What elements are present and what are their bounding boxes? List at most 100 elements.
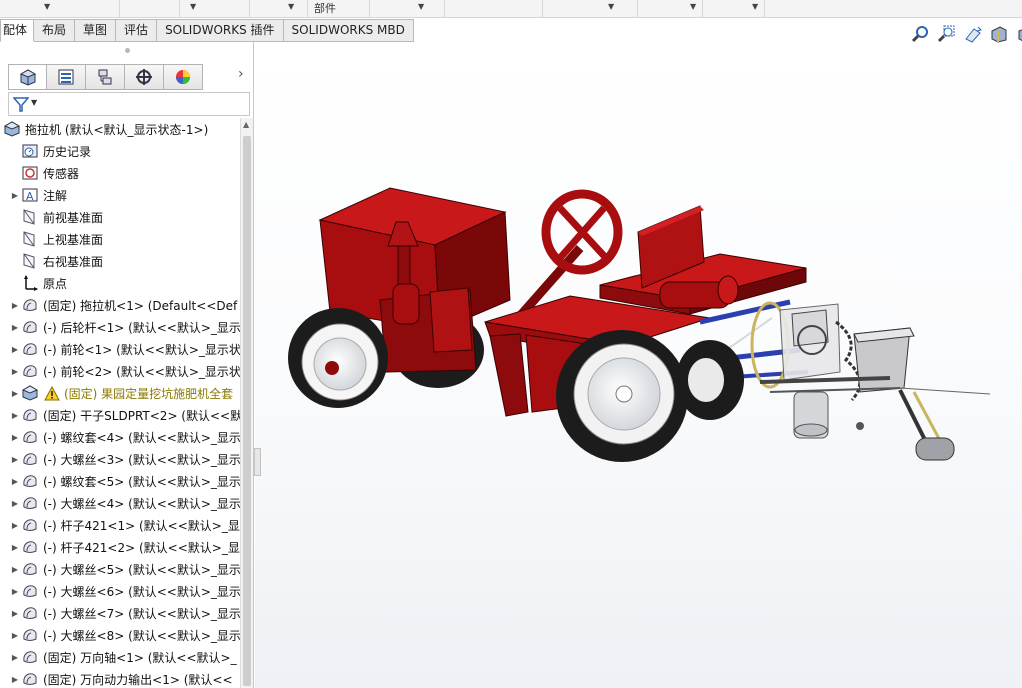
tree-item[interactable]: ▶ (-) 前轮<1> (默认<<默认>_显示状	[10, 338, 240, 360]
part-icon	[20, 362, 40, 380]
tree-item[interactable]: 上视基准面	[10, 228, 103, 250]
expand-arrow-icon[interactable]: ▶	[10, 609, 20, 618]
expand-arrow-icon[interactable]: ▶	[10, 389, 20, 398]
previous-view-icon[interactable]	[962, 24, 984, 44]
tree-root-item[interactable]: 拖拉机 (默认<默认_显示状态-1>)	[2, 118, 208, 140]
property-manager-tab[interactable]	[47, 64, 86, 90]
zoom-area-icon[interactable]	[936, 24, 958, 44]
tractor-model[interactable]	[255, 42, 1022, 688]
tree-item-label: 上视基准面	[43, 232, 104, 247]
view-orientation-icon[interactable]	[1014, 24, 1022, 44]
tab-sketch[interactable]: 草图	[75, 19, 117, 42]
expand-arrow-icon[interactable]: ▶	[10, 587, 20, 596]
tree-item-label: 前视基准面	[43, 210, 104, 225]
part-icon	[20, 582, 40, 600]
expand-arrow-icon[interactable]: ▶	[10, 323, 20, 332]
tree-item-label: (-) 螺纹套<4> (默认<<默认>_显示	[43, 430, 240, 445]
expand-arrow-icon[interactable]: ▶	[10, 499, 20, 508]
expand-arrow-icon[interactable]: ▶	[10, 411, 20, 420]
tree-item[interactable]: ▶ (-) 大螺丝<6> (默认<<默认>_显示	[10, 580, 240, 602]
section-view-icon[interactable]	[988, 24, 1010, 44]
tree-item[interactable]: ▶ (固定) 拖拉机<1> (Default<<Def	[10, 294, 237, 316]
expand-arrow-icon[interactable]: ▶	[10, 433, 20, 442]
seat	[599, 205, 807, 315]
display-manager-tab[interactable]	[164, 64, 203, 90]
tree-item[interactable]: ▶ (-) 杆子421<1> (默认<<默认>_显	[10, 514, 240, 536]
tab-evaluate[interactable]: 评估	[116, 19, 158, 42]
tree-scrollbar[interactable]: ▲	[240, 118, 253, 688]
tree-item[interactable]: 传感器	[10, 162, 79, 184]
tree-item[interactable]: ▶ (-) 前轮<2> (默认<<默认>_显示状	[10, 360, 240, 382]
tree-item[interactable]: 前视基准面	[10, 206, 103, 228]
expand-arrow-icon[interactable]: ▶	[10, 631, 20, 640]
dimxpert-manager-tab[interactable]	[125, 64, 164, 90]
tree-item-label: (-) 大螺丝<7> (默认<<默认>_显示	[43, 606, 240, 621]
tab-solidworks-addins[interactable]: SOLIDWORKS 插件	[157, 19, 284, 42]
tree-item-label: 历史记录	[43, 144, 92, 159]
tree-item[interactable]: ▶ A 注解	[10, 184, 67, 206]
tree-item[interactable]: ▶ (-) 杆子421<2> (默认<<默认>_显	[10, 536, 240, 558]
tree-item[interactable]: 右视基准面	[10, 250, 103, 272]
tab-layout[interactable]: 布局	[34, 19, 76, 42]
tree-item[interactable]: ▶ (-) 大螺丝<4> (默认<<默认>_显示	[10, 492, 240, 514]
manager-tabs-scroll-right-icon[interactable]: ›	[238, 66, 244, 82]
tree-item[interactable]: ▶ (-) 螺纹套<4> (默认<<默认>_显示	[10, 426, 240, 448]
tree-item-label: 右视基准面	[43, 254, 104, 269]
expand-arrow-icon[interactable]: ▶	[10, 191, 20, 200]
expand-arrow-icon[interactable]: ▶	[10, 345, 20, 354]
tree-item[interactable]: ▶ (-) 大螺丝<8> (默认<<默认>_显示	[10, 624, 240, 646]
tree-item[interactable]: ▶ (固定) 干子SLDPRT<2> (默认<<默	[10, 404, 240, 426]
tree-item[interactable]: ▶ (-) 螺纹套<5> (默认<<默认>_显示	[10, 470, 240, 492]
configuration-manager-tab[interactable]	[86, 64, 125, 90]
expand-arrow-icon[interactable]: ▶	[10, 455, 20, 464]
expand-arrow-icon[interactable]: ▶	[10, 565, 20, 574]
filter-funnel-icon[interactable]	[12, 96, 30, 115]
tab-assembly[interactable]: 配体	[0, 19, 35, 42]
tree-item[interactable]: ▶ (-) 大螺丝<7> (默认<<默认>_显示	[10, 602, 240, 624]
ribbon-group	[250, 0, 308, 17]
panel-grip[interactable]	[125, 48, 130, 53]
tree-item[interactable]: ▶ (-) 大螺丝<3> (默认<<默认>_显示	[10, 448, 240, 470]
tree-item[interactable]: ▶ (固定) 万向轴<1> (默认<<默认>_	[10, 646, 237, 668]
tree-item[interactable]: 历史记录	[10, 140, 91, 162]
tree-item-label: 注解	[43, 188, 68, 203]
expand-arrow-icon[interactable]: ▶	[10, 521, 20, 530]
svg-text:A: A	[26, 190, 34, 203]
tree-item-label: (固定) 干子SLDPRT<2> (默认<<默	[43, 408, 240, 423]
expand-arrow-icon[interactable]: ▶	[10, 367, 20, 376]
tree-item[interactable]: ▶ (-) 大螺丝<5> (默认<<默认>_显示	[10, 558, 240, 580]
tab-solidworks-mbd[interactable]: SOLIDWORKS MBD	[283, 19, 414, 42]
scrollbar-thumb[interactable]	[243, 136, 251, 686]
rear-right-wheel	[556, 330, 744, 462]
feature-manager-tab[interactable]	[8, 64, 47, 90]
scroll-up-icon[interactable]: ▲	[243, 120, 249, 129]
plane-icon	[20, 252, 40, 270]
tree-item-label: (-) 大螺丝<3> (默认<<默认>_显示	[43, 452, 240, 467]
expand-arrow-icon[interactable]: ▶	[10, 653, 20, 662]
tree-item[interactable]: ▶ (-) 后轮杆<1> (默认<<默认>_显示	[10, 316, 240, 338]
tree-item-label: 原点	[43, 276, 68, 291]
expand-arrow-icon[interactable]: ▶	[10, 675, 20, 684]
tree-item-label: (-) 大螺丝<6> (默认<<默认>_显示	[43, 584, 240, 599]
part-icon	[20, 428, 40, 446]
expand-arrow-icon[interactable]: ▶	[10, 477, 20, 486]
tree-item-label: (-) 大螺丝<8> (默认<<默认>_显示	[43, 628, 240, 643]
filter-dropdown-caret[interactable]: ▼	[31, 98, 37, 107]
expand-arrow-icon[interactable]: ▶	[10, 301, 20, 310]
tree-item-label: (-) 螺纹套<5> (默认<<默认>_显示	[43, 474, 240, 489]
zoom-to-fit-icon[interactable]	[910, 24, 932, 44]
tree-item-label: (固定) 万向轴<1> (默认<<默认>_	[43, 650, 237, 665]
ribbon-group	[308, 0, 370, 17]
graphics-area[interactable]	[255, 42, 1022, 688]
tree-filter[interactable]: ▼	[8, 92, 250, 116]
tree-item-label: (-) 前轮<1> (默认<<默认>_显示状	[43, 342, 240, 357]
tree-item[interactable]: ▶ (固定) 万向动力输出<1> (默认<<	[10, 668, 233, 688]
expand-arrow-icon[interactable]: ▶	[10, 543, 20, 552]
manager-tabs	[8, 64, 203, 90]
tree-item[interactable]: 原点	[10, 272, 67, 294]
panel-splitter[interactable]	[254, 448, 261, 476]
annotation-icon: A	[20, 186, 40, 204]
tree-item[interactable]: ▶ (固定) 果园定量挖坑施肥机全套	[10, 382, 233, 404]
warning-icon	[44, 385, 60, 400]
part-icon	[20, 538, 40, 556]
